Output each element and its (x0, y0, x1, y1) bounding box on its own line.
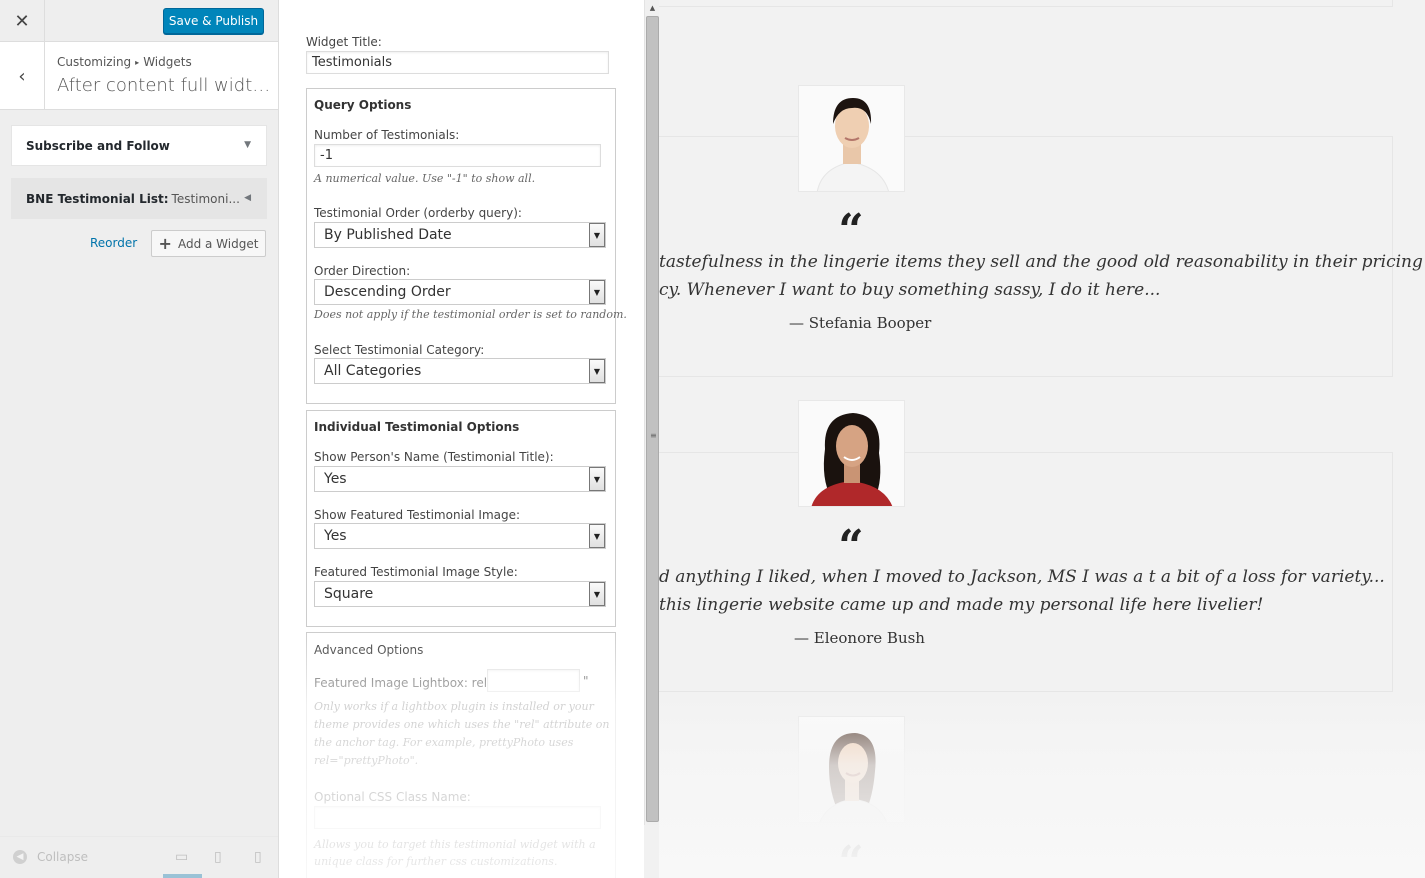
back-arrow-icon[interactable]: ‹ (0, 42, 45, 110)
lightbox-hint-line: Only works if a lightbox plugin is insta… (314, 700, 594, 713)
widget-title: BNE Testimonial List: (26, 191, 169, 206)
testimonial-text: d anything I liked, when I moved to Jack… (659, 567, 1385, 587)
order-direction-hint: Does not apply if the testimonial order … (314, 308, 627, 321)
lightbox-hint-line: theme provides one which uses the "rel" … (314, 718, 610, 731)
image-style-select[interactable]: Square ▼ (314, 581, 606, 607)
testimonial-author: — Stefania Booper (789, 314, 932, 332)
quote-mark-icon: “ (838, 205, 864, 256)
scroll-up-arrow-icon[interactable]: ▲ (645, 0, 660, 15)
testimonial-order-value: By Published Date (324, 227, 452, 243)
show-name-value: Yes (324, 471, 347, 487)
plus-icon: + (158, 234, 172, 253)
show-name-label: Show Person's Name (Testimonial Title): (314, 450, 554, 464)
widget-bne-testimonial-list[interactable]: BNE Testimonial List: Testimoni... ◀ (11, 178, 267, 219)
breadcrumb-separator-icon: ▸ (135, 58, 140, 67)
css-class-input[interactable] (314, 806, 601, 829)
widget-subscribe-and-follow[interactable]: Subscribe and Follow ▼ (11, 125, 267, 166)
css-class-hint-line: Allows you to target this testimonial wi… (314, 838, 596, 851)
add-widget-label: Add a Widget (177, 236, 259, 251)
order-direction-select[interactable]: Descending Order ▼ (314, 279, 606, 305)
widget-subtitle: Testimoni... (171, 191, 240, 206)
fade-overlay (659, 690, 1425, 878)
css-class-hint-line: unique class for further css customizati… (314, 855, 558, 868)
testimonial-text: cy. Whenever I want to buy something sas… (659, 280, 1161, 300)
testimonial-photo (798, 400, 905, 507)
breadcrumb-child: Widgets (143, 55, 192, 69)
quote-mark-icon: “ (838, 521, 864, 572)
scroll-grip-icon: ≡ (650, 431, 657, 440)
tablet-preview-icon[interactable]: ▯ (214, 849, 222, 865)
quote-mark-icon: “ (838, 837, 864, 878)
dropdown-arrow-icon[interactable]: ▼ (589, 280, 605, 304)
testimonial-order-label: Testimonial Order (orderby query): (314, 206, 522, 220)
testimonial-card (659, 0, 1393, 7)
widget-title-input[interactable]: Testimonials (306, 51, 609, 74)
dropdown-arrow-icon[interactable]: ▼ (589, 359, 605, 383)
individual-options-legend: Individual Testimonial Options (314, 420, 520, 434)
site-preview: “ tastefulness in the lingerie items the… (659, 0, 1425, 878)
testimonial-category-label: Select Testimonial Category: (314, 343, 485, 357)
lightbox-label: Featured Image Lightbox: rel=" (314, 676, 503, 690)
lightbox-hint-line: the anchor tag. For example, prettyPhoto… (314, 736, 574, 749)
close-icon[interactable]: ✕ (0, 0, 45, 42)
number-testimonials-input[interactable]: -1 (314, 144, 601, 167)
show-image-select[interactable]: Yes ▼ (314, 523, 606, 549)
form-scrollbar[interactable]: ▲ ≡ (644, 0, 659, 825)
section-title: After content full width ... (57, 75, 272, 96)
lightbox-suffix: " (583, 674, 589, 688)
collapse-icon[interactable]: ◀ (13, 850, 27, 864)
widget-title-label: Widget Title: (306, 35, 382, 49)
save-publish-button[interactable]: Save & Publish (163, 8, 264, 34)
testimonial-text: tastefulness in the lingerie items they … (659, 252, 1423, 272)
breadcrumb: Customizing ▸ Widgets (57, 55, 192, 69)
reorder-link[interactable]: Reorder (90, 236, 137, 250)
dropdown-arrow-icon[interactable]: ▼ (589, 582, 605, 606)
active-device-indicator (163, 874, 202, 878)
lightbox-hint-line: rel="prettyPhoto". (314, 754, 419, 767)
lightbox-rel-input[interactable] (487, 669, 580, 692)
scroll-thumb[interactable]: ≡ (646, 16, 659, 822)
testimonial-text: this lingerie website came up and made m… (659, 595, 1264, 615)
section-header: ‹ Customizing ▸ Widgets After content full… (0, 42, 278, 110)
collapse-arrow-icon[interactable]: ◀ (244, 193, 251, 203)
image-style-value: Square (324, 586, 374, 602)
customizer-sidebar: ✕ Save & Publish ‹ Customizing ▸ Widgets A… (0, 0, 279, 878)
show-name-select[interactable]: Yes ▼ (314, 466, 606, 492)
testimonial-category-value: All Categories (324, 363, 422, 379)
number-testimonials-hint: A numerical value. Use "-1" to show all. (314, 172, 536, 185)
dropdown-arrow-icon[interactable]: ▼ (589, 467, 605, 491)
widget-title: Subscribe and Follow (26, 138, 170, 153)
dropdown-arrow-icon[interactable]: ▼ (589, 524, 605, 548)
testimonial-photo (798, 716, 905, 823)
add-widget-button[interactable]: + Add a Widget (151, 230, 266, 257)
testimonial-author: — Eleonore Bush (794, 629, 925, 647)
order-direction-value: Descending Order (324, 284, 451, 300)
mobile-preview-icon[interactable]: ▯ (254, 849, 262, 865)
image-style-label: Featured Testimonial Image Style: (314, 565, 518, 579)
breadcrumb-parent: Customizing (57, 55, 132, 69)
show-image-label: Show Featured Testimonial Image: (314, 508, 521, 522)
css-class-label: Optional CSS Class Name: (314, 790, 471, 804)
advanced-options-legend: Advanced Options (314, 643, 424, 657)
testimonial-photo (798, 85, 905, 192)
desktop-preview-icon[interactable]: ▭ (175, 849, 188, 865)
expand-arrow-icon[interactable]: ▼ (244, 140, 251, 150)
testimonial-category-select[interactable]: All Categories ▼ (314, 358, 606, 384)
widget-form-panel: Widget Title: Testimonials Query Options… (279, 0, 644, 878)
show-image-value: Yes (324, 528, 347, 544)
sidebar-footer: ◀ Collapse ▭ ▯ ▯ (0, 836, 278, 878)
query-options-legend: Query Options (314, 98, 412, 112)
dropdown-arrow-icon[interactable]: ▼ (589, 223, 605, 247)
number-testimonials-label: Number of Testimonials: (314, 128, 460, 142)
order-direction-label: Order Direction: (314, 264, 411, 278)
collapse-button[interactable]: Collapse (37, 850, 88, 864)
testimonial-order-select[interactable]: By Published Date ▼ (314, 222, 606, 248)
customizer-header: ✕ Save & Publish (0, 0, 278, 42)
